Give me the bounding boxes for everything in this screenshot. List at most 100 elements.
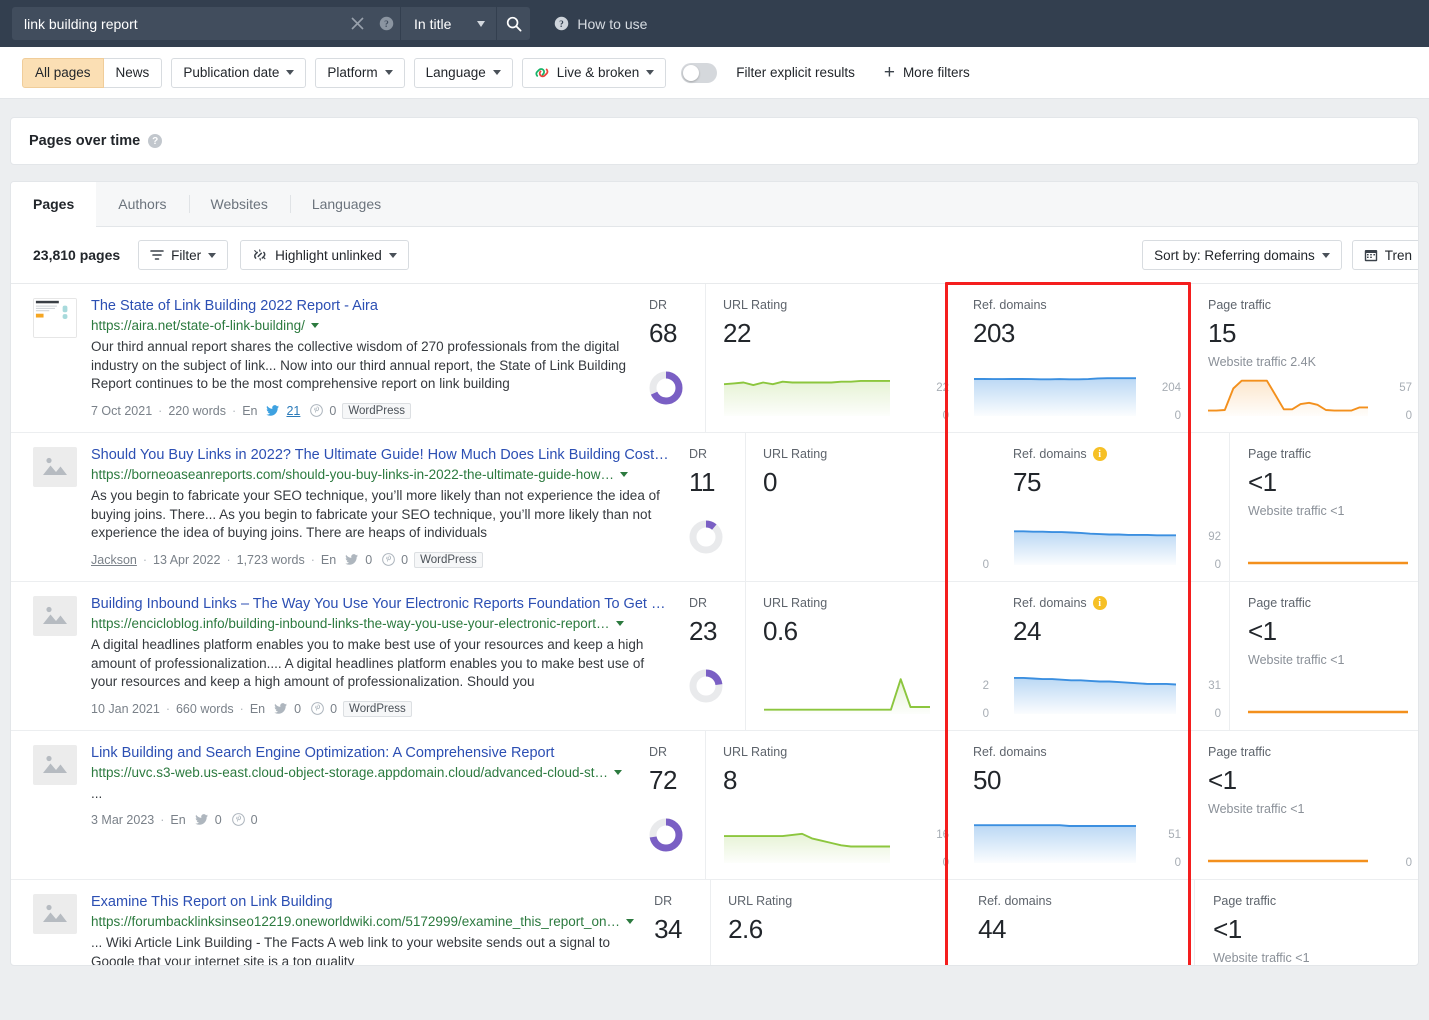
filter-button[interactable]: Filter bbox=[138, 240, 228, 270]
ref-domains-axis-max: 31 bbox=[1208, 680, 1221, 692]
tab-pages[interactable]: Pages bbox=[11, 182, 96, 227]
result-main: The State of Link Building 2022 Report -… bbox=[11, 284, 643, 432]
search-mode-dropdown[interactable]: In title bbox=[401, 7, 496, 40]
result-row[interactable]: Building Inbound Links – The Way You Use… bbox=[11, 581, 1418, 730]
highlight-unlinked-button[interactable]: Highlight unlinked bbox=[240, 240, 409, 270]
pages-over-time-card: Pages over time ? bbox=[10, 117, 1419, 165]
result-thumbnail bbox=[33, 447, 77, 487]
result-row[interactable]: Should You Buy Links in 2022? The Ultima… bbox=[11, 432, 1418, 581]
results-toolbar: 23,810 pages Filter Highlight unlinked bbox=[11, 227, 1418, 283]
result-title-link[interactable]: Link Building and Search Engine Optimiza… bbox=[91, 745, 622, 761]
language-filter[interactable]: Language bbox=[414, 58, 513, 88]
result-meta: 3 Mar 2023·En00 bbox=[91, 813, 622, 827]
ref-domains-axis-min: 0 bbox=[1175, 410, 1181, 422]
page-traffic-value: <1 bbox=[1213, 914, 1419, 945]
result-main: Link Building and Search Engine Optimiza… bbox=[11, 731, 643, 879]
help-circle-icon: ? bbox=[554, 16, 569, 31]
result-url-link[interactable]: https://borneoaseanreports.com/should-yo… bbox=[91, 467, 614, 482]
result-author[interactable]: Jackson bbox=[91, 553, 137, 567]
result-url-link[interactable]: https://aira.net/state-of-link-building/ bbox=[91, 318, 305, 333]
ref-domains-sparkline bbox=[1014, 525, 1191, 565]
result-title-link[interactable]: Should You Buy Links in 2022? The Ultima… bbox=[91, 447, 669, 463]
plus-icon: + bbox=[884, 63, 895, 82]
segment-news[interactable]: News bbox=[104, 58, 163, 88]
trend-date-button[interactable]: Tren bbox=[1352, 240, 1419, 270]
pinterest-count: 0 bbox=[329, 404, 336, 418]
pinterest-icon bbox=[310, 404, 323, 417]
dr-donut-chart bbox=[689, 669, 723, 708]
ref-domains-axis-max: 92 bbox=[1208, 531, 1221, 543]
result-title-link[interactable]: Building Inbound Links – The Way You Use… bbox=[91, 596, 669, 612]
metric-dr: DR11 bbox=[683, 433, 745, 581]
toolbar-right-group: Sort by: Referring domains Tren bbox=[1142, 240, 1396, 270]
result-row[interactable]: Examine This Report on Link Building http… bbox=[11, 879, 1418, 966]
page-traffic-axis-min: 0 bbox=[1406, 410, 1412, 422]
chevron-down-icon[interactable] bbox=[614, 770, 622, 775]
svg-text:?: ? bbox=[560, 20, 565, 30]
publication-date-filter[interactable]: Publication date bbox=[171, 58, 306, 88]
dr-label: DR bbox=[649, 745, 705, 759]
ref-domains-label: Ref. domains bbox=[973, 298, 1189, 312]
result-main: Examine This Report on Link Building http… bbox=[11, 880, 648, 966]
tab-websites[interactable]: Websites bbox=[189, 182, 290, 226]
result-url-row: https://borneoaseanreports.com/should-yo… bbox=[91, 467, 669, 482]
pinterest-icon bbox=[382, 553, 395, 566]
pinterest-count: 0 bbox=[251, 813, 258, 827]
dr-value: 72 bbox=[649, 765, 705, 796]
chevron-down-icon[interactable] bbox=[311, 323, 319, 328]
close-icon[interactable] bbox=[342, 7, 372, 40]
result-row[interactable]: Link Building and Search Engine Optimiza… bbox=[11, 730, 1418, 879]
ref-domains-sparkline bbox=[974, 376, 1151, 416]
info-icon[interactable]: i bbox=[1093, 447, 1107, 461]
chevron-down-icon[interactable] bbox=[620, 472, 628, 477]
result-main: Building Inbound Links – The Way You Use… bbox=[11, 582, 683, 730]
url-rating-label: URL Rating bbox=[763, 447, 995, 461]
result-url-link[interactable]: https://encicloblog.info/building-inboun… bbox=[91, 616, 610, 631]
page-traffic-label: Page traffic bbox=[1213, 894, 1419, 908]
tab-languages[interactable]: Languages bbox=[290, 182, 403, 226]
website-traffic-label: Website traffic <1 bbox=[1248, 653, 1419, 667]
platform-filter[interactable]: Platform bbox=[315, 58, 404, 88]
result-url-link[interactable]: https://uvc.s3-web.us-east.cloud-object-… bbox=[91, 765, 608, 780]
chevron-down-icon[interactable] bbox=[626, 919, 634, 924]
sort-by-dropdown[interactable]: Sort by: Referring domains bbox=[1142, 240, 1342, 270]
url-rating-value: 8 bbox=[723, 765, 955, 796]
dr-label: DR bbox=[689, 596, 745, 610]
info-icon[interactable]: i bbox=[1093, 596, 1107, 610]
result-title-link[interactable]: Examine This Report on Link Building bbox=[91, 894, 634, 910]
search-mode-label: In title bbox=[414, 16, 451, 32]
language-label: Language bbox=[426, 65, 486, 80]
segment-all-pages[interactable]: All pages bbox=[22, 58, 104, 88]
tab-authors[interactable]: Authors bbox=[96, 182, 188, 226]
help-circle-icon[interactable]: ? bbox=[372, 7, 400, 40]
twitter-count[interactable]: 21 bbox=[286, 404, 300, 418]
result-title-link[interactable]: The State of Link Building 2022 Report -… bbox=[91, 298, 629, 314]
metric-ref-domains: Ref. domains44950 bbox=[960, 880, 1194, 966]
result-url-link[interactable]: https://forumbacklinksinseo12219.oneworl… bbox=[91, 914, 620, 929]
how-to-use-link[interactable]: ? How to use bbox=[554, 16, 647, 32]
broken-link-icon bbox=[534, 65, 550, 80]
url-rating-axis-min: 0 bbox=[943, 857, 949, 869]
result-meta: Jackson·13 Apr 2022·1,723 words·En00Word… bbox=[91, 552, 669, 568]
twitter-count: 0 bbox=[215, 813, 222, 827]
trend-label: Tren bbox=[1385, 248, 1412, 263]
twitter-count: 0 bbox=[294, 702, 301, 716]
result-row[interactable]: The State of Link Building 2022 Report -… bbox=[11, 283, 1418, 432]
more-filters-button[interactable]: + More filters bbox=[884, 63, 970, 82]
page-traffic-label: Page traffic bbox=[1208, 298, 1418, 312]
filter-label: Filter bbox=[171, 248, 201, 263]
filter-explicit-toggle[interactable] bbox=[681, 63, 717, 83]
url-rating-axis-min: 0 bbox=[983, 559, 989, 571]
url-rating-axis-max: 16 bbox=[936, 829, 949, 841]
pages-over-time-title: Pages over time bbox=[29, 133, 140, 149]
search-button[interactable] bbox=[497, 7, 530, 40]
twitter-icon bbox=[195, 814, 209, 826]
chevron-down-icon[interactable] bbox=[616, 621, 624, 626]
result-url-row: https://encicloblog.info/building-inboun… bbox=[91, 616, 669, 631]
result-language: En bbox=[321, 553, 336, 567]
result-metrics: DR68URL Rating22220Ref. domains2032040Pa… bbox=[643, 284, 1418, 432]
search-input[interactable] bbox=[12, 7, 342, 40]
metric-dr: DR68 bbox=[643, 284, 705, 432]
live-broken-filter[interactable]: Live & broken bbox=[522, 58, 667, 88]
help-circle-icon[interactable]: ? bbox=[148, 134, 162, 148]
